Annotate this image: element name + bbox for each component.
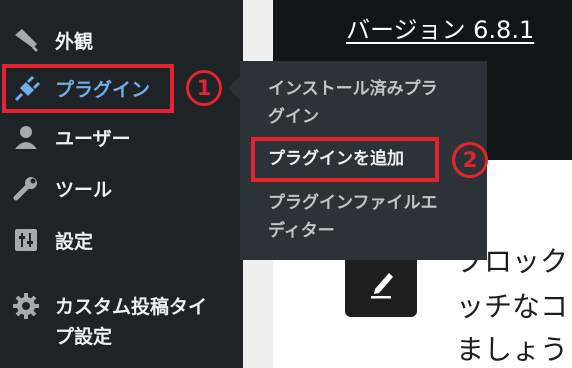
- user-icon: [12, 123, 40, 151]
- promo-text-line: ましょう: [456, 333, 569, 366]
- sidebar-item-label-line2: プ設定: [55, 326, 113, 348]
- sidebar-item-settings[interactable]: 設定: [0, 220, 243, 260]
- admin-sidebar: 外観 プラグイン ユーザー ツール 設定 カスタム投稿タイ プ設定: [0, 0, 243, 368]
- highlight-plugins-menu: [2, 64, 174, 113]
- sidebar-item-users[interactable]: ユーザー: [0, 117, 243, 157]
- submenu-item-label-line1: プラグインファイルエ: [268, 193, 438, 213]
- step-badge-2: 2: [452, 142, 488, 178]
- gear-icon: [12, 292, 40, 320]
- promo-text-line: ッチなコ: [456, 290, 569, 323]
- submenu-item-label-line1: インストール済みプラ: [268, 79, 438, 99]
- sidebar-item-label: ツール: [55, 178, 113, 201]
- submenu-item-label-line2: ディター: [268, 221, 335, 241]
- submenu-pointer: [228, 76, 240, 100]
- paintbrush-icon: [12, 26, 40, 54]
- sidebar-item-custom-post-types[interactable]: カスタム投稿タイ プ設定: [0, 292, 243, 352]
- settings-sliders-icon: [12, 226, 40, 254]
- step-badge-1: 1: [186, 70, 222, 106]
- submenu-item-label-line2: グイン: [268, 107, 319, 127]
- sidebar-item-label: 外観: [55, 30, 94, 53]
- highlight-add-plugin: [251, 137, 439, 182]
- sidebar-item-label: 設定: [55, 230, 94, 253]
- sidebar-item-appearance[interactable]: 外観: [0, 20, 243, 60]
- sidebar-item-label: ユーザー: [55, 127, 131, 150]
- wrench-icon: [12, 174, 40, 202]
- sidebar-item-label-line1: カスタム投稿タイ: [55, 296, 208, 318]
- version-link[interactable]: バージョン 6.8.1: [346, 10, 534, 45]
- sidebar-item-tools[interactable]: ツール: [0, 168, 243, 208]
